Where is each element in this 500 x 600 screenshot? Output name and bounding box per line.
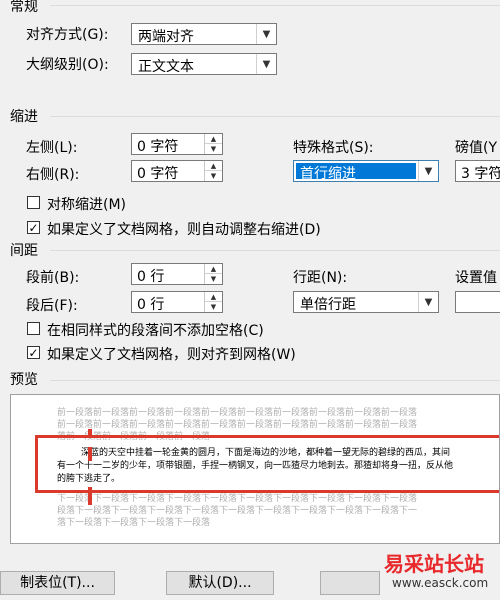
general-section-title: 常规 (10, 0, 38, 15)
preview-pane: 前一段落前一段落前一段落前一段落前一段落前一段落前一段落前一段落前一段落前一段落… (10, 394, 500, 544)
spacing-separator (50, 250, 500, 251)
spin-up-icon[interactable]: ▲ (205, 264, 222, 274)
checkmark-icon: ✓ (28, 345, 39, 360)
left-indent-stepper[interactable]: 0 字符 ▲ ▼ (131, 133, 223, 155)
watermark-url: www.easck.com (392, 576, 489, 590)
alignment-value: 两端对齐 (138, 29, 194, 45)
annotation-highlight-box (35, 435, 499, 493)
watermark-text: 易采站长站 (384, 552, 484, 576)
right-indent-stepper[interactable]: 0 字符 ▲ ▼ (131, 160, 223, 182)
indent-section-title: 缩进 (10, 109, 38, 125)
special-indent-label: 特殊格式(S): (293, 140, 374, 156)
snap-to-grid-checkbox[interactable]: ✓ (27, 346, 40, 359)
spin-up-icon[interactable]: ▲ (205, 161, 222, 171)
indent-separator (50, 116, 500, 117)
spin-up-icon[interactable]: ▲ (205, 134, 222, 144)
annotation-indent-marker (88, 429, 92, 437)
line-spacing-value: 单倍行距 (300, 297, 356, 313)
mirror-indent-label: 对称缩进(M) (47, 197, 127, 213)
preview-separator (50, 380, 500, 381)
spacing-at-stepper[interactable] (455, 291, 500, 313)
spacing-section-title: 间距 (10, 243, 38, 259)
spin-down-icon[interactable]: ▼ (205, 302, 222, 312)
alignment-select[interactable]: 两端对齐 ▼ (131, 23, 277, 45)
ok-button[interactable] (320, 571, 380, 595)
tabs-button[interactable]: 制表位(T)... (0, 571, 115, 595)
left-indent-value: 0 字符 (137, 139, 179, 155)
spin-down-icon[interactable]: ▼ (205, 171, 222, 181)
line-spacing-label: 行距(N): (293, 270, 348, 286)
chevron-down-icon[interactable]: ▼ (418, 161, 438, 181)
mirror-indent-checkbox[interactable] (27, 196, 40, 209)
annotation-indent-marker (88, 447, 92, 461)
preview-section-title: 预览 (10, 372, 38, 388)
chevron-down-icon[interactable]: ▼ (418, 292, 438, 312)
right-indent-label: 右侧(R): (26, 167, 80, 183)
indent-by-value: 3 字符 (461, 166, 500, 182)
spin-down-icon[interactable]: ▼ (205, 274, 222, 284)
chevron-down-icon[interactable]: ▼ (256, 24, 276, 44)
set-default-button[interactable]: 默认(D)... (166, 571, 274, 595)
space-after-label: 段后(F): (26, 298, 78, 314)
space-before-label: 段前(B): (26, 270, 80, 286)
left-indent-label: 左侧(L): (26, 140, 78, 156)
auto-adjust-checkbox[interactable]: ✓ (27, 221, 40, 234)
indent-by-stepper[interactable]: 3 字符 (455, 160, 500, 182)
alignment-label: 对齐方式(G): (26, 27, 109, 43)
snap-to-grid-label: 如果定义了文档网格，则对齐到网格(W) (47, 347, 296, 363)
no-space-same-style-label: 在相同样式的段落间不添加空格(C) (47, 323, 264, 339)
general-separator (50, 5, 500, 6)
space-after-stepper[interactable]: 0 行 ▲ ▼ (131, 291, 223, 313)
special-indent-value: 首行缩进 (300, 166, 356, 182)
checkmark-icon: ✓ (28, 220, 39, 235)
no-space-same-style-checkbox[interactable] (27, 322, 40, 335)
line-spacing-select[interactable]: 单倍行距 ▼ (293, 291, 439, 313)
annotation-indent-marker (88, 487, 92, 505)
spin-down-icon[interactable]: ▼ (205, 144, 222, 154)
space-after-value: 0 行 (137, 297, 165, 313)
auto-adjust-label: 如果定义了文档网格，则自动调整右缩进(D) (47, 222, 321, 238)
spin-up-icon[interactable]: ▲ (205, 292, 222, 302)
space-before-stepper[interactable]: 0 行 ▲ ▼ (131, 263, 223, 285)
chevron-down-icon[interactable]: ▼ (256, 54, 276, 74)
outline-level-label: 大纲级别(O): (26, 57, 109, 73)
outline-level-value: 正文文本 (138, 59, 194, 75)
preview-next-paragraph: 落下一段落下一段落下一段落下一段落 (57, 518, 211, 528)
indent-by-label: 磅值(Y (455, 140, 498, 156)
outline-level-select[interactable]: 正文文本 ▼ (131, 53, 277, 75)
spacing-at-label: 设置值 (455, 270, 497, 286)
space-before-value: 0 行 (137, 269, 165, 285)
special-indent-select[interactable]: 首行缩进 ▼ (293, 160, 439, 182)
right-indent-value: 0 字符 (137, 166, 179, 182)
